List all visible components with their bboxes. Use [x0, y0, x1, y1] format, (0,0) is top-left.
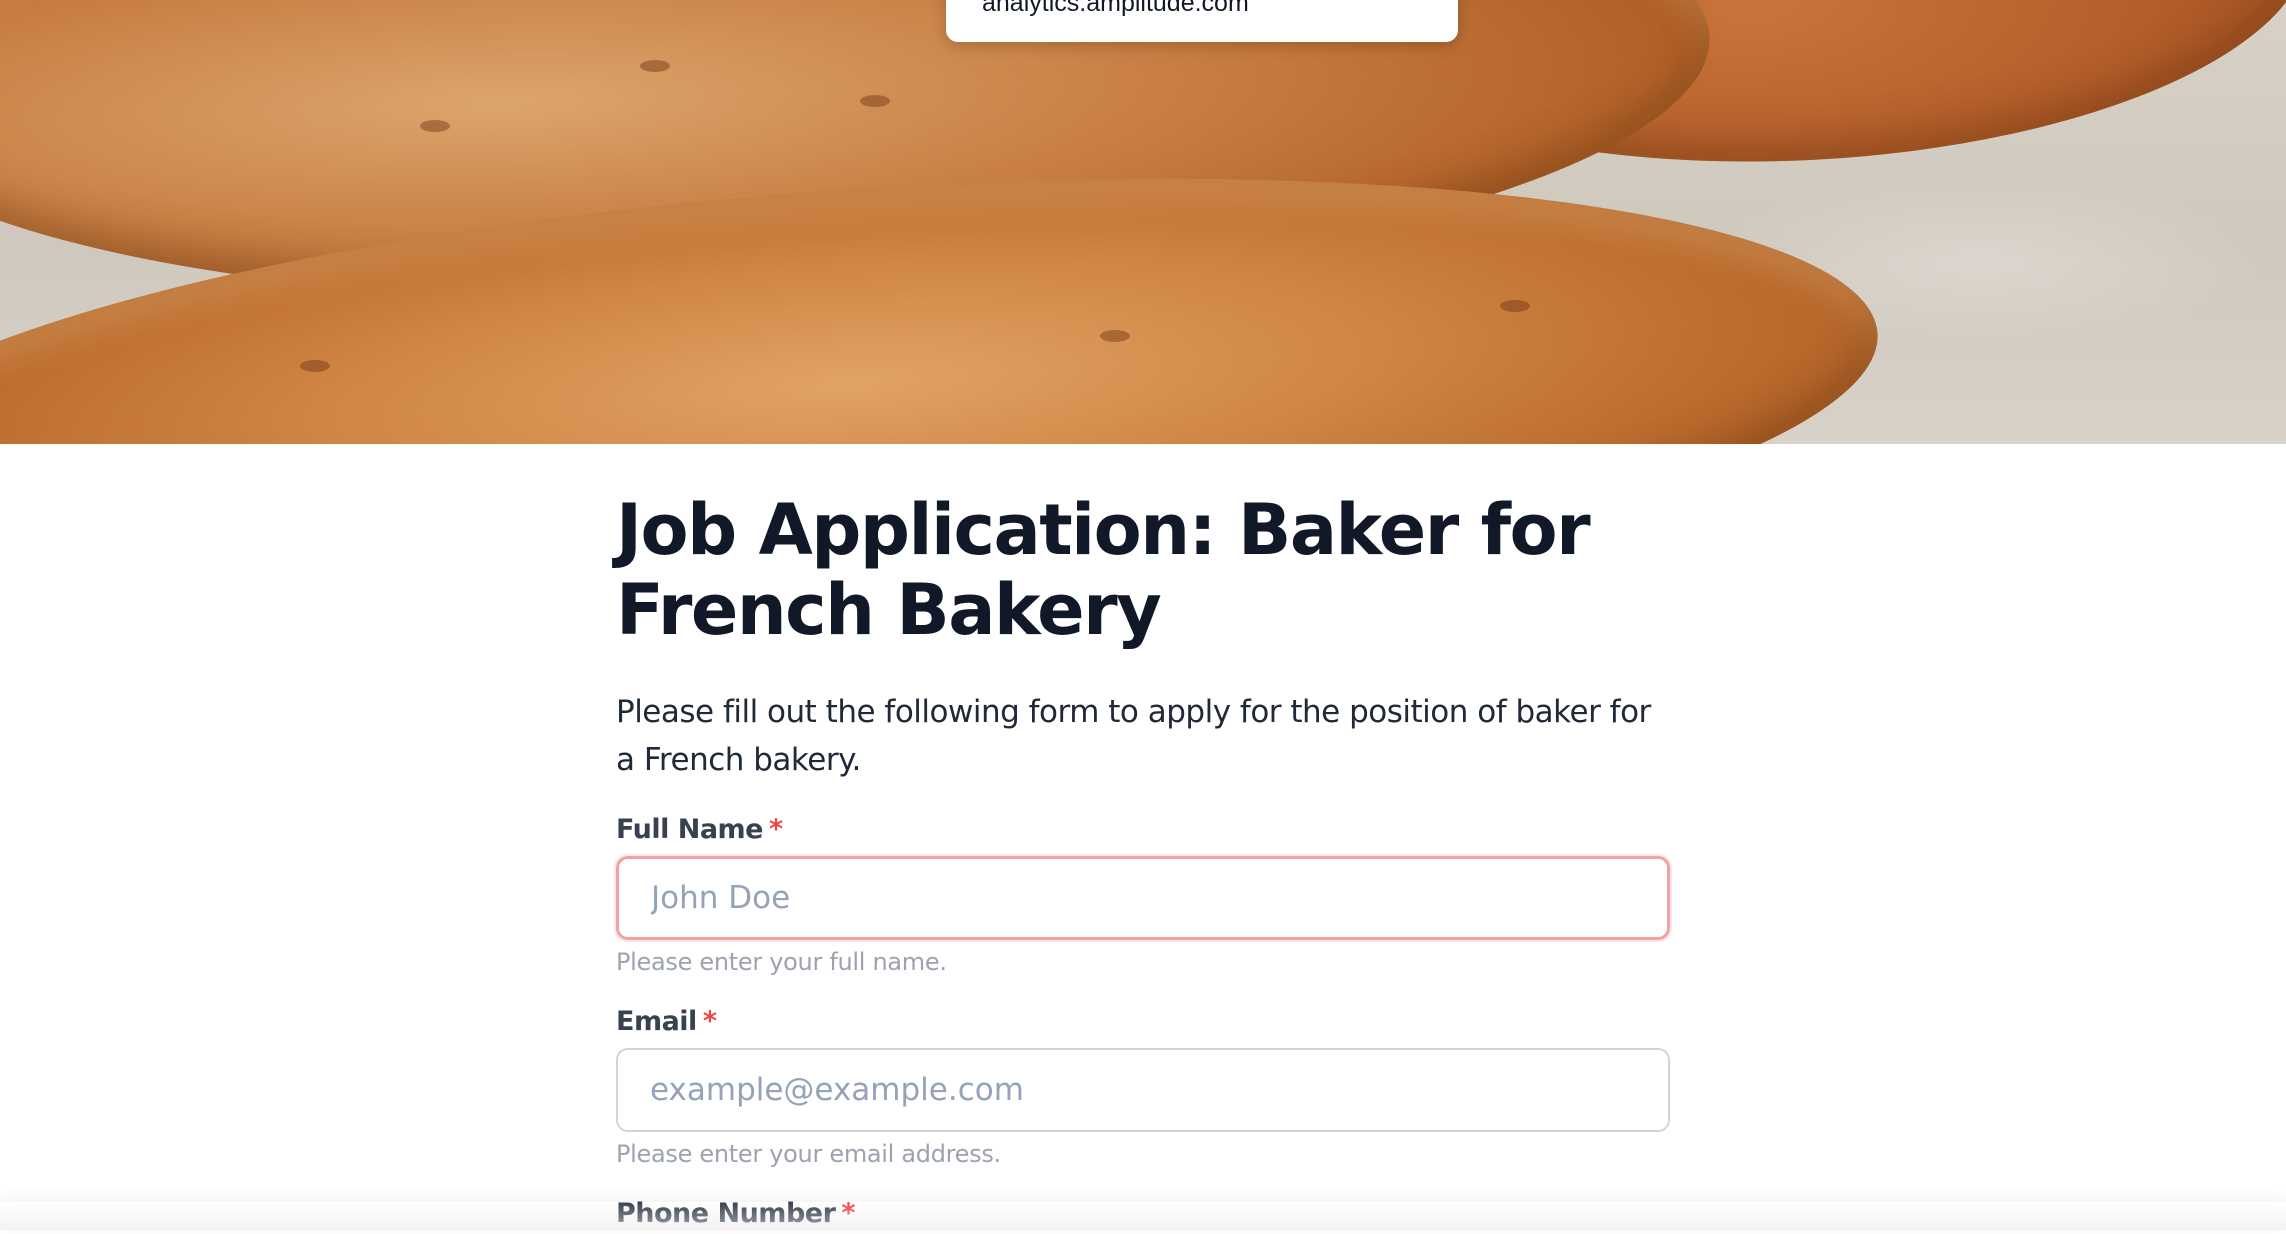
full-name-input[interactable]: [616, 856, 1670, 940]
required-indicator: *: [702, 1006, 717, 1037]
email-input[interactable]: [616, 1048, 1670, 1132]
phone-number-field: Phone Number *: [616, 1194, 1670, 1234]
email-field: Email* Please enter your email address.: [616, 1002, 1670, 1170]
crust-detail: [860, 95, 890, 107]
crust-detail: [300, 360, 330, 372]
crust-detail: [640, 60, 670, 72]
full-name-label: Full Name *: [616, 810, 1670, 850]
full-name-label-text: Full Name: [616, 814, 764, 845]
page-title: Job Application: Baker for French Bakery: [616, 489, 1591, 651]
email-label-text: Email: [616, 1006, 697, 1037]
crust-detail: [1100, 330, 1130, 342]
url-tooltip: analytics.amplitude.com: [946, 0, 1458, 42]
email-help: Please enter your email address.: [616, 1140, 1001, 1168]
crust-detail: [420, 120, 450, 132]
page-description: Please fill out the following form to ap…: [616, 694, 1651, 778]
form-container: Job Application: Baker for French Bakery…: [616, 444, 1670, 1234]
email-label: Email *: [616, 1002, 1670, 1042]
tooltip-text: analytics.amplitude.com: [982, 0, 1249, 17]
required-indicator: *: [769, 814, 783, 845]
phone-number-label-text: Phone Number: [616, 1198, 836, 1229]
phone-number-label: Phone Number *: [616, 1194, 1670, 1234]
required-indicator: *: [841, 1198, 856, 1229]
full-name-help: Please enter your full name.: [616, 948, 947, 976]
full-name-field: Full Name* Please enter your full name.: [616, 810, 1670, 978]
hero-image: [0, 0, 2286, 444]
crust-detail: [1500, 300, 1530, 312]
